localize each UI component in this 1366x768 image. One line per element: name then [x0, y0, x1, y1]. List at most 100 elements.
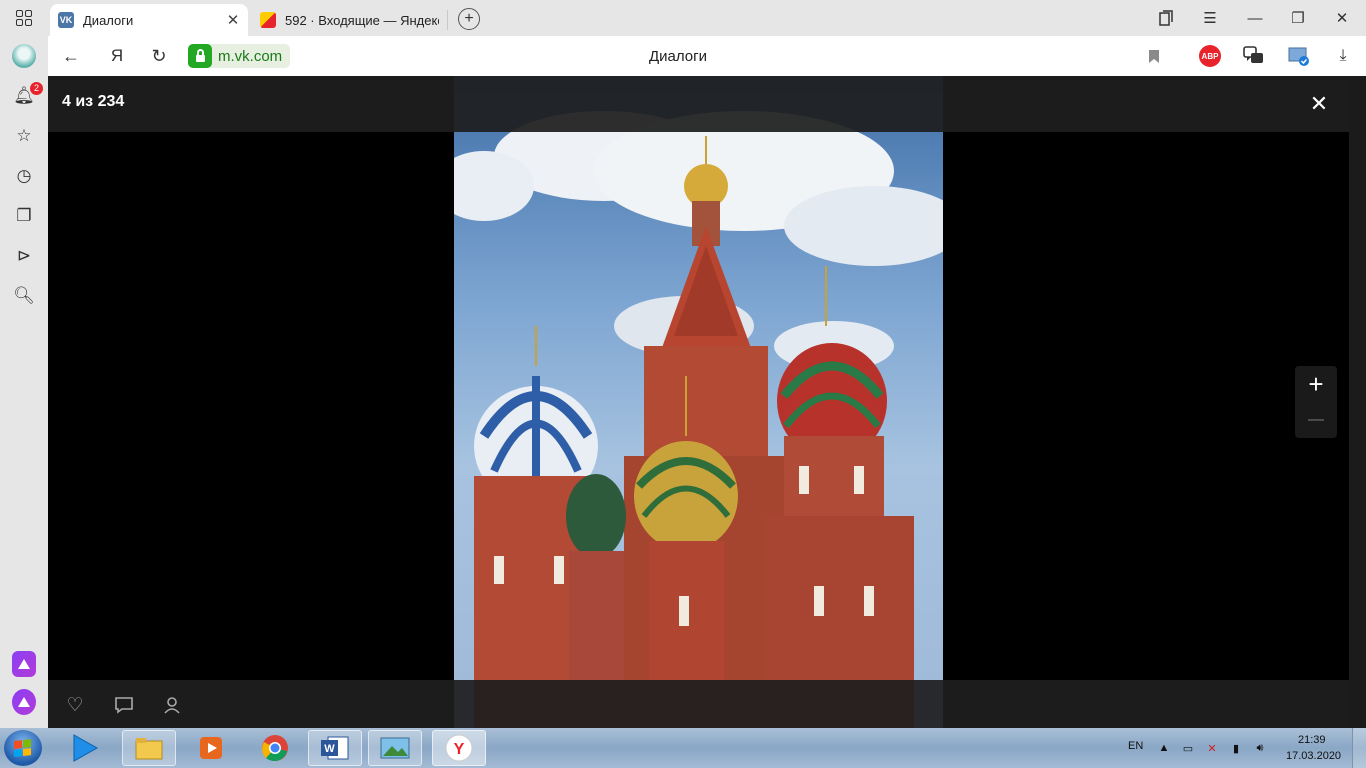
address-bar: ← Я ↻ m.vk.com Диалоги ABP ⤓: [48, 36, 1366, 76]
photo-counter: 4 из 234: [62, 93, 125, 110]
restore-icon: ❐: [1291, 10, 1305, 27]
search-page-button[interactable]: 🔍︎: [12, 284, 36, 308]
reload-button[interactable]: ↻: [146, 44, 172, 68]
taskbar-photo-viewer[interactable]: [368, 730, 422, 766]
bookmark-icon: [1149, 49, 1159, 63]
restore-button[interactable]: ❐: [1283, 6, 1313, 30]
volume-icon[interactable]: 🔊︎: [1252, 740, 1268, 756]
language-indicator[interactable]: EN: [1128, 740, 1143, 752]
history-button[interactable]: ◷: [12, 164, 36, 188]
search-document-icon: 🔍︎: [13, 286, 35, 305]
page-title: Диалоги: [649, 48, 707, 65]
tag-person-button[interactable]: [159, 694, 185, 716]
tray-expand-button[interactable]: ▲: [1156, 740, 1172, 756]
taskbar-chrome[interactable]: [248, 730, 302, 766]
zoom-out-button[interactable]: —: [1295, 402, 1337, 438]
minimize-button[interactable]: —: [1240, 6, 1270, 30]
video-player-icon: [200, 737, 222, 759]
yandex-button[interactable]: Я: [104, 44, 130, 68]
close-viewer-button[interactable]: ✕: [1305, 91, 1333, 116]
taskbar-word[interactable]: W: [308, 730, 362, 766]
new-tab-button[interactable]: +: [458, 8, 480, 30]
collections-button[interactable]: ❐: [12, 204, 36, 228]
clock-date[interactable]: 17.03.2020: [1286, 750, 1341, 762]
play-arrow-icon: [73, 734, 98, 762]
close-icon: ✕: [1309, 91, 1329, 116]
tab-mail[interactable]: 592 · Входящие — Яндекс: [252, 10, 448, 30]
photo-illustration: [454, 111, 943, 728]
alice-button[interactable]: [12, 689, 36, 715]
lock-icon: [188, 44, 212, 68]
apps-grid-button[interactable]: [8, 6, 40, 30]
plus-icon: +: [1308, 368, 1324, 399]
back-button[interactable]: ←: [58, 44, 84, 68]
caret-up-icon: ▲: [1158, 742, 1170, 754]
photo-viewer: 4 из 234 ✕ + — ♡: [48, 76, 1366, 728]
zoom-in-button[interactable]: +: [1295, 366, 1337, 402]
zoom-control: + —: [1295, 366, 1337, 438]
alice-music-button[interactable]: [12, 651, 36, 677]
image-check-icon: [1288, 47, 1309, 66]
bookmark-stack-icon: [1159, 10, 1173, 26]
taskbar-explorer[interactable]: [122, 730, 176, 766]
url-text: m.vk.com: [218, 47, 283, 65]
tab-dialogs[interactable]: VK Диалоги ✕: [50, 4, 248, 36]
tab-title: 592 · Входящие — Яндекс: [285, 12, 439, 28]
close-window-button[interactable]: ✕: [1327, 6, 1357, 30]
comment-icon: [115, 697, 133, 714]
network-icon[interactable]: ✕: [1204, 740, 1220, 756]
windows-logo-icon: [14, 739, 32, 757]
favorites-button[interactable]: ☆: [12, 124, 36, 148]
screenshot-extension-button[interactable]: [1287, 44, 1311, 68]
chrome-icon: [262, 735, 288, 762]
alice-station-icon: [12, 651, 36, 677]
browser-sidebar: 🔔︎ 2 ☆ ◷ ❐ ⊳ 🔍︎: [0, 36, 48, 728]
cathedral-domes-photo[interactable]: [454, 76, 943, 728]
abp-icon: ABP: [1199, 45, 1221, 67]
grid-icon: [16, 10, 32, 26]
media-button[interactable]: ⊳: [12, 244, 36, 268]
show-desktop-button[interactable]: [1352, 728, 1366, 768]
tab-strip: VK Диалоги ✕ 592 · Входящие — Яндекс + ☰…: [0, 0, 1366, 36]
profile-button[interactable]: [12, 44, 36, 68]
viewer-footer: ♡: [48, 680, 1349, 728]
picture-icon: [380, 737, 410, 759]
minus-icon: —: [1308, 411, 1324, 428]
scrollbar[interactable]: [1349, 76, 1366, 728]
menu-button[interactable]: ☰: [1195, 6, 1225, 30]
heart-icon: ♡: [66, 694, 84, 716]
bookmark-button[interactable]: [1142, 44, 1166, 68]
clock-time[interactable]: 21:39: [1298, 734, 1326, 746]
taskbar-yandex-browser[interactable]: Y: [432, 730, 486, 766]
taskbar-video-app[interactable]: [184, 730, 238, 766]
taskbar-media-player[interactable]: [58, 730, 112, 766]
tray-devices-icon[interactable]: ▭: [1180, 740, 1196, 756]
download-icon: ⤓: [1339, 47, 1347, 64]
start-button[interactable]: [4, 730, 42, 766]
downloads-button[interactable]: ⤓: [1331, 44, 1355, 68]
clock-icon: ◷: [16, 166, 32, 185]
yandex-mail-icon: [260, 12, 276, 28]
safely-remove-icon[interactable]: ▮: [1228, 740, 1244, 756]
word-icon: W: [321, 736, 349, 760]
tab-title: Диалоги: [83, 12, 134, 28]
taskbar: W Y EN ▲ ▭ ✕ ▮ 🔊︎ 21:39 17.03.2020: [0, 728, 1366, 768]
vk-icon: VK: [58, 12, 74, 28]
comment-button[interactable]: [111, 694, 137, 716]
play-circle-icon: ⊳: [16, 246, 32, 265]
translate-button[interactable]: [1242, 44, 1266, 68]
chat-bubbles-icon: [1243, 46, 1263, 63]
viewer-header: 4 из 234 ✕: [48, 76, 1349, 132]
bookmarks-panel-button[interactable]: [1151, 6, 1181, 30]
plus-icon: +: [464, 10, 474, 27]
svg-text:Y: Y: [454, 741, 465, 758]
url-field[interactable]: m.vk.com: [188, 44, 291, 68]
folder-icon: [135, 738, 163, 760]
adblock-button[interactable]: ABP: [1198, 44, 1222, 68]
avatar: [12, 44, 36, 68]
like-button[interactable]: ♡: [62, 694, 88, 716]
arrow-left-icon: ←: [62, 45, 80, 66]
close-icon[interactable]: ✕: [226, 11, 240, 29]
notification-badge: 2: [30, 82, 43, 95]
alice-icon: [12, 689, 36, 715]
